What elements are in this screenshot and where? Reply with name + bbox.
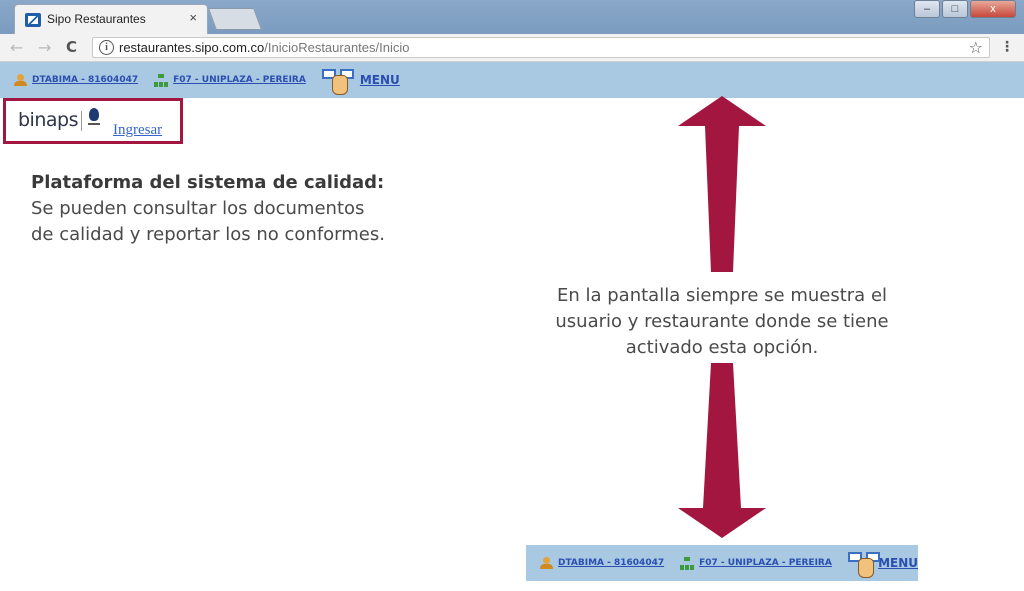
network-icon xyxy=(680,556,695,570)
description-line-1: Se pueden consultar los documentos xyxy=(31,198,365,219)
logo-divider xyxy=(81,111,82,131)
menu-link[interactable]: MENU xyxy=(360,73,400,87)
bookmark-star-icon[interactable]: ☆ xyxy=(969,38,983,57)
binaps-logo: binaps xyxy=(18,109,78,131)
user-link-detail[interactable]: DTABIMA - 81604047 xyxy=(540,556,665,570)
user-icon xyxy=(14,73,27,87)
browser-menu-icon[interactable]: ⋮ xyxy=(1000,39,1014,55)
sipo-favicon-icon xyxy=(25,13,41,27)
browser-tab[interactable]: Sipo Restaurantes × xyxy=(14,4,208,34)
user-icon xyxy=(540,556,553,570)
tab-close-icon[interactable]: × xyxy=(189,10,197,25)
url-text[interactable]: restaurantes.sipo.com.co/InicioRestauran… xyxy=(119,40,409,55)
ingresar-link[interactable]: Ingresar xyxy=(113,122,162,139)
close-window-button[interactable]: x xyxy=(970,0,1016,18)
platform-description: Plataforma del sistema de calidad: Se pu… xyxy=(31,170,385,248)
maximize-button[interactable]: □ xyxy=(942,0,968,18)
note-line-2: usuario y restaurante donde se tiene xyxy=(555,311,889,332)
annotation-note: En la pantalla siempre se muestra el usu… xyxy=(532,283,912,361)
browser-titlebar: Sipo Restaurantes × – □ x xyxy=(0,0,1024,34)
menu-link-detail[interactable]: MENU xyxy=(878,556,918,570)
menu-hand-icon[interactable] xyxy=(847,550,880,578)
info-icon[interactable]: i xyxy=(99,40,114,55)
user-bar-detail: DTABIMA - 81604047 F07 - UNIPLAZA - PERE… xyxy=(526,545,918,581)
up-arrow-icon xyxy=(678,96,766,272)
user-label-detail: DTABIMA - 81604047 xyxy=(558,558,665,568)
url-path: /InicioRestaurantes/Inicio xyxy=(264,40,410,55)
user-link[interactable]: DTABIMA - 81604047 xyxy=(14,73,139,87)
back-button[interactable]: ← xyxy=(10,38,23,57)
address-bar: ← → C i restaurantes.sipo.com.co/InicioR… xyxy=(0,34,1024,62)
new-tab-button[interactable] xyxy=(207,8,263,30)
network-icon xyxy=(154,73,169,87)
window-controls: – □ x xyxy=(912,0,1016,22)
reload-button[interactable]: C xyxy=(66,38,77,56)
note-line-1: En la pantalla siempre se muestra el xyxy=(556,285,888,306)
description-title: Plataforma del sistema de calidad: xyxy=(31,172,385,193)
menu-hand-icon[interactable] xyxy=(321,67,358,95)
url-field[interactable]: i restaurantes.sipo.com.co/InicioRestaur… xyxy=(92,37,990,58)
url-host: restaurantes.sipo.com.co xyxy=(119,40,265,55)
user-bar: DTABIMA - 81604047 F07 - UNIPLAZA - PERE… xyxy=(0,62,1024,98)
forward-button[interactable]: → xyxy=(38,38,51,57)
minimize-button[interactable]: – xyxy=(914,0,940,18)
user-label: DTABIMA - 81604047 xyxy=(32,75,139,85)
restaurant-label: F07 - UNIPLAZA - PEREIRA xyxy=(173,75,306,85)
quality-logo-icon xyxy=(87,108,101,128)
description-line-2: de calidad y reportar los no conformes. xyxy=(31,224,385,245)
down-arrow-icon xyxy=(678,363,766,538)
binaps-login-box: binaps Ingresar xyxy=(3,98,183,144)
restaurant-link[interactable]: F07 - UNIPLAZA - PEREIRA xyxy=(154,73,306,87)
restaurant-label-detail: F07 - UNIPLAZA - PEREIRA xyxy=(699,558,832,568)
restaurant-link-detail[interactable]: F07 - UNIPLAZA - PEREIRA xyxy=(680,556,832,570)
note-line-3: activado esta opción. xyxy=(625,337,819,358)
tab-title: Sipo Restaurantes xyxy=(47,12,146,26)
